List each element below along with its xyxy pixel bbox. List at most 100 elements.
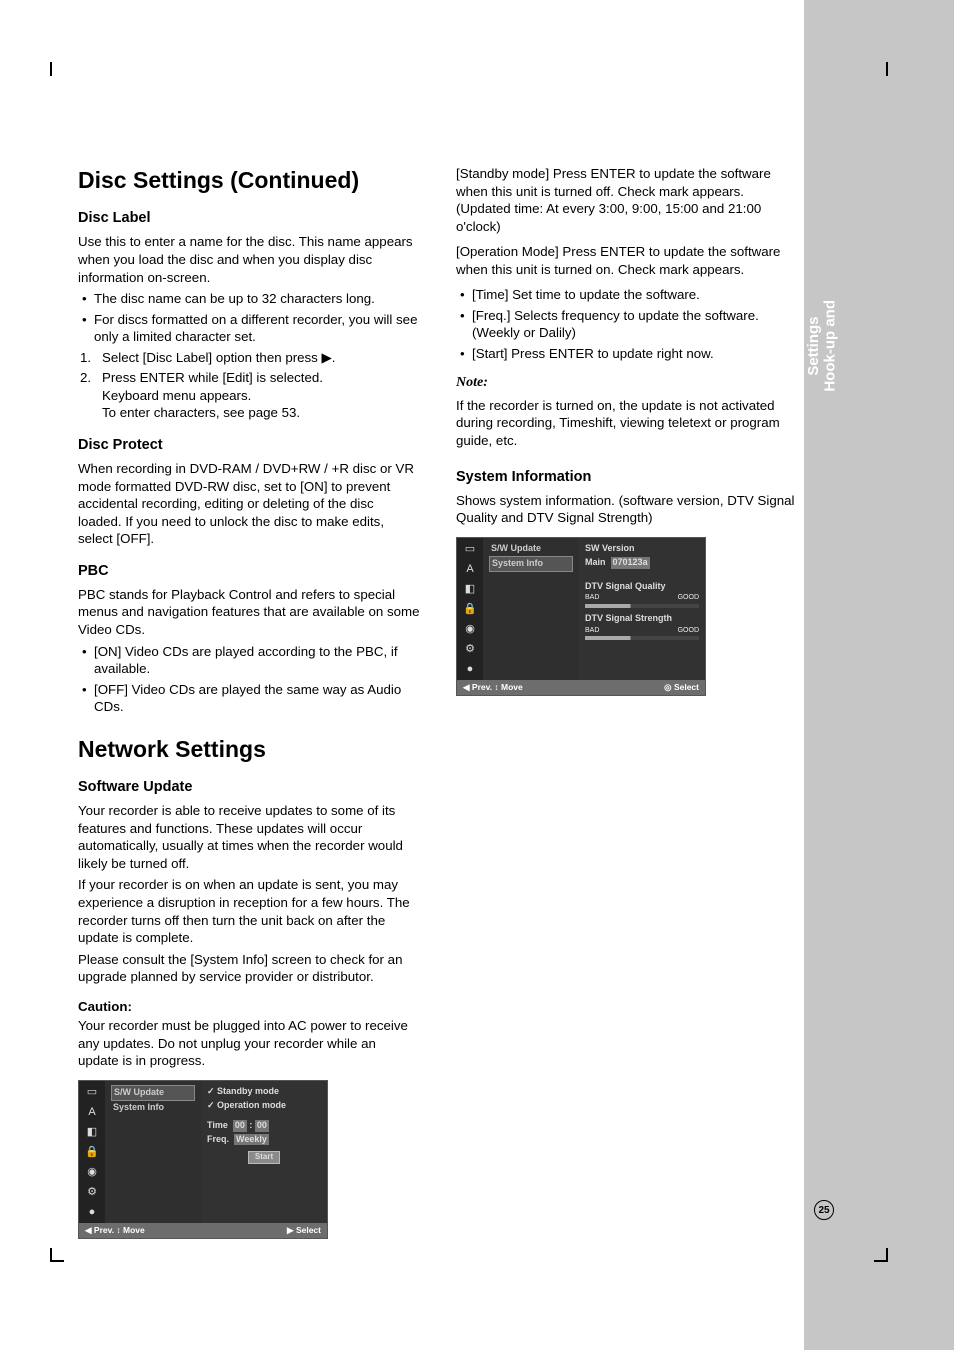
list-item: [Time] Set time to update the software. <box>456 286 798 304</box>
operation-mode-text: [Operation Mode] Press ENTER to update t… <box>456 243 798 278</box>
caution-body: Your recorder must be plugged into AC po… <box>78 1017 420 1070</box>
osd-scale-min: BAD <box>585 626 599 635</box>
osd-system-info: ▭ A ◧ 🔒 ◉ ⚙ ● S/W Update System Info <box>456 537 706 696</box>
tv-icon: ▭ <box>463 542 477 556</box>
osd-option: ✓ Standby mode <box>207 1085 321 1099</box>
step-line: Keyboard menu appears. <box>102 387 420 405</box>
osd-value: 070123a <box>611 557 650 569</box>
pbc-bullets: [ON] Video CDs are played according to t… <box>78 643 420 716</box>
step-line: Press ENTER while [Edit] is selected. <box>102 369 420 387</box>
camera-icon: ◧ <box>85 1125 99 1139</box>
manual-page: Settings Hook-up and 25 Disc Settings (C… <box>0 0 954 1350</box>
heading-network-settings: Network Settings <box>78 734 420 764</box>
heading-disc-label: Disc Label <box>78 209 420 228</box>
tv-icon: ▭ <box>85 1085 99 1099</box>
step-line: To enter characters, see page 53. <box>102 404 420 422</box>
osd-menu-list: S/W Update System Info <box>483 538 579 680</box>
osd-footer: ◀ Prev. ↕ Move ◎ Select <box>457 680 705 695</box>
note-body: If the recorder is turned on, the update… <box>456 397 798 450</box>
globe-icon: ● <box>85 1205 99 1219</box>
list-item: [Start] Press ENTER to update right now. <box>456 345 798 363</box>
crop-mark <box>874 1248 888 1262</box>
osd-section-heading: DTV Signal Strength <box>585 612 699 626</box>
right-column: [Standby mode] Press ENTER to update the… <box>456 165 798 1249</box>
osd-menu-item: System Info <box>111 1101 195 1115</box>
osd-footer-right: ◎ Select <box>664 682 699 693</box>
page-content: Disc Settings (Continued) Disc Label Use… <box>78 165 798 1249</box>
lock-icon: 🔒 <box>85 1145 99 1159</box>
heading-disc-settings: Disc Settings (Continued) <box>78 165 420 195</box>
letter-a-icon: A <box>463 562 477 576</box>
osd-menu-item: System Info <box>489 556 573 572</box>
crop-mark <box>874 62 888 76</box>
list-item: Select [Disc Label] option then press ▶. <box>78 349 420 367</box>
camera-icon: ◧ <box>463 582 477 596</box>
osd-menu-list: S/W Update System Info <box>105 1081 201 1223</box>
osd-scale-max: GOOD <box>678 626 699 635</box>
disc-protect-body: When recording in DVD-RAM / DVD+RW / +R … <box>78 460 420 548</box>
osd-label: Time <box>207 1120 228 1130</box>
osd-label: Freq. <box>207 1134 229 1144</box>
osd-value: 00 <box>233 1120 247 1132</box>
disc-label-steps: Select [Disc Label] option then press ▶.… <box>78 349 420 422</box>
sw-update-p3: Please consult the [System Info] screen … <box>78 951 420 986</box>
heading-disc-protect: Disc Protect <box>78 436 420 455</box>
osd-footer-left: ◀ Prev. ↕ Move <box>463 682 523 693</box>
section-tab-line2: Settings <box>806 300 823 392</box>
osd-row: Time 00 : 00 <box>207 1119 321 1133</box>
disc-icon: ◉ <box>463 622 477 636</box>
system-information-body: Shows system information. (software vers… <box>456 492 798 527</box>
crop-mark <box>50 1248 64 1262</box>
osd-right-panel: SW Version Main 070123a DTV Signal Quali… <box>579 538 705 680</box>
gear-icon: ⚙ <box>85 1185 99 1199</box>
standby-mode-text: [Standby mode] Press ENTER to update the… <box>456 165 798 235</box>
osd-option-label: Standby mode <box>217 1086 279 1096</box>
heading-software-update: Software Update <box>78 778 420 797</box>
section-tab-line1: Hook-up and <box>823 300 840 392</box>
list-item: [ON] Video CDs are played according to t… <box>78 643 420 678</box>
disc-icon: ◉ <box>85 1165 99 1179</box>
note-heading: Note: <box>456 374 798 392</box>
osd-menu-item: S/W Update <box>489 542 573 556</box>
osd-start-button: Start <box>248 1151 280 1164</box>
osd-section-heading: DTV Signal Quality <box>585 580 699 594</box>
signal-strength-bar <box>585 636 699 640</box>
heading-system-information: System Information <box>456 468 798 487</box>
osd-icon-strip: ▭ A ◧ 🔒 ◉ ⚙ ● <box>457 538 483 680</box>
pbc-intro: PBC stands for Playback Control and refe… <box>78 586 420 639</box>
sw-update-p2: If your recorder is on when an update is… <box>78 876 420 946</box>
list-item: Press ENTER while [Edit] is selected. Ke… <box>78 369 420 422</box>
disc-label-intro: Use this to enter a name for the disc. T… <box>78 233 420 286</box>
gray-sidebar <box>804 0 954 1350</box>
list-item: [Freq.] Selects frequency to update the … <box>456 307 798 342</box>
osd-menu-item: S/W Update <box>111 1085 195 1101</box>
osd-icon-strip: ▭ A ◧ 🔒 ◉ ⚙ ● <box>79 1081 105 1223</box>
crop-mark <box>50 62 64 76</box>
list-item: For discs formatted on a different recor… <box>78 311 420 346</box>
sw-update-p1: Your recorder is able to receive updates… <box>78 802 420 872</box>
lock-icon: 🔒 <box>463 602 477 616</box>
osd-option: ✓ Operation mode <box>207 1099 321 1113</box>
disc-label-bullets: The disc name can be up to 32 characters… <box>78 290 420 346</box>
osd-value: 00 <box>255 1120 269 1132</box>
section-tab: Settings Hook-up and <box>806 300 839 392</box>
osd-footer-right: ▶ Select <box>287 1225 321 1236</box>
osd-scale: BAD GOOD <box>585 626 699 635</box>
caution-heading: Caution: <box>78 998 420 1016</box>
osd-option-label: Operation mode <box>217 1100 286 1110</box>
osd-footer-left: ◀ Prev. ↕ Move <box>85 1225 145 1236</box>
osd-scale: BAD GOOD <box>585 593 699 602</box>
left-column: Disc Settings (Continued) Disc Label Use… <box>78 165 420 1249</box>
osd-footer: ◀ Prev. ↕ Move ▶ Select <box>79 1223 327 1238</box>
osd-row: Main 070123a <box>585 556 699 570</box>
heading-pbc: PBC <box>78 562 420 581</box>
gear-icon: ⚙ <box>463 642 477 656</box>
page-number: 25 <box>814 1200 834 1220</box>
osd-section-heading: SW Version <box>585 542 699 556</box>
osd-label: Main <box>585 557 606 567</box>
osd-scale-min: BAD <box>585 593 599 602</box>
update-options-list: [Time] Set time to update the software. … <box>456 286 798 362</box>
list-item: [OFF] Video CDs are played the same way … <box>78 681 420 716</box>
osd-row: Freq. Weekly <box>207 1133 321 1147</box>
globe-icon: ● <box>463 662 477 676</box>
